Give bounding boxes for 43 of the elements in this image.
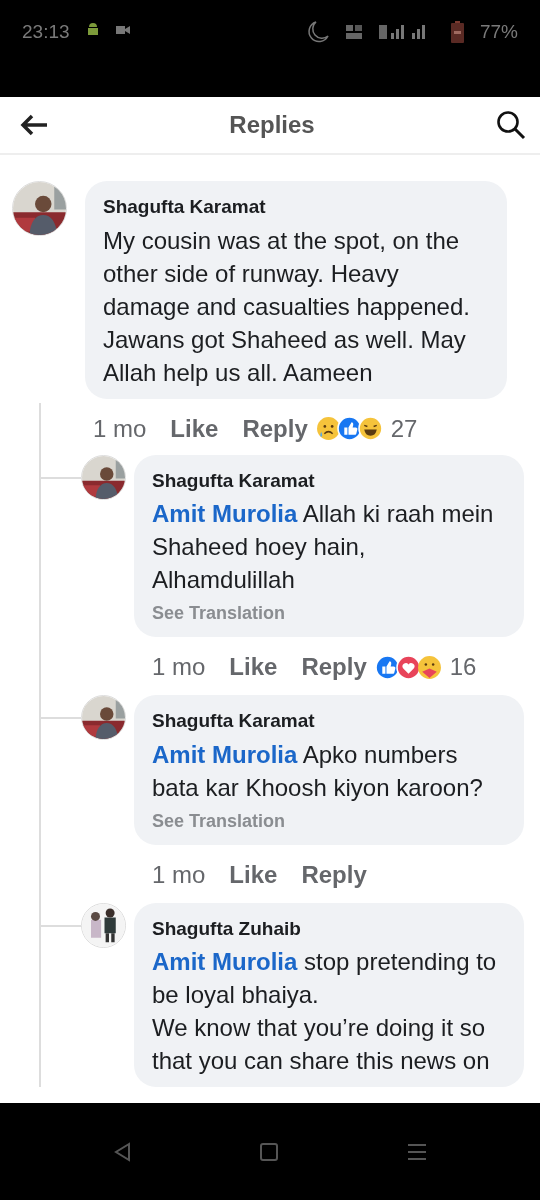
mention-link[interactable]: Amit Murolia	[152, 948, 298, 975]
back-nav-icon[interactable]	[112, 1141, 131, 1162]
battery-icon	[450, 21, 464, 44]
sad-reaction-icon	[315, 416, 341, 441]
reaction-count: 27	[390, 413, 418, 444]
mention-link[interactable]: Amit Murolia	[152, 500, 298, 527]
search-icon[interactable]	[496, 110, 526, 140]
android-icon	[85, 22, 100, 38]
volte-icon	[344, 24, 363, 41]
moon-icon	[306, 20, 329, 45]
clock-text: 23:13	[22, 20, 70, 44]
reply-link[interactable]: Reply	[301, 856, 367, 893]
reaction-count: 16	[449, 652, 477, 682]
like-link[interactable]: Like	[229, 856, 278, 893]
love-reaction-icon	[395, 654, 421, 680]
mention-link[interactable]: Amit Murolia	[152, 740, 298, 768]
author-name[interactable]: Shagufta Zuhaib	[152, 914, 498, 943]
author-name[interactable]: Shagufta Karamat	[103, 193, 481, 222]
comment-time: 1 mo	[152, 859, 206, 890]
see-translation-link[interactable]: See Translation	[152, 807, 498, 835]
comment-text: Amit Murolia Apko numbers bata kar Khoosh kiyon karoon?	[152, 739, 484, 803]
like-link[interactable]: Like	[170, 410, 219, 447]
comment-time: 1 mo	[93, 413, 147, 444]
author-name[interactable]: Shagufta Karamat	[152, 466, 498, 495]
care-reaction-icon	[416, 654, 442, 680]
see-translation-link[interactable]: See Translation	[152, 600, 498, 627]
author-name[interactable]: Shagufta Karamat	[152, 707, 498, 736]
comment-text: Amit Murolia stop pretending to be loyal bhaiya. We know that you’re doing it so that you can share this news on	[152, 947, 498, 1076]
reply-link[interactable]: Reply	[242, 410, 308, 447]
comment-time: 1 mo	[152, 652, 206, 682]
comment-text: My cousin was at the spot, on the other side of runway. Heavy damage and casualties happened. Jawans got Shaheed as well. May Allah help us all. Aameen	[103, 225, 471, 388]
page-title: Replies	[229, 110, 315, 140]
reply-link[interactable]: Reply	[301, 649, 367, 685]
battery-text: 77%	[479, 20, 518, 44]
home-nav-icon[interactable]	[260, 1142, 278, 1161]
video-camera-icon	[115, 25, 130, 35]
haha-reaction-icon	[357, 416, 383, 441]
like-link[interactable]: Like	[229, 649, 278, 685]
back-arrow-icon[interactable]	[20, 114, 48, 136]
like-reaction-icon	[336, 416, 362, 441]
menu-icon[interactable]	[407, 1142, 428, 1161]
like-reaction-icon	[374, 654, 400, 680]
comment-text: Amit Murolia Allah ki raah mein Shaheed hoey hain, Alhamdulillah	[152, 499, 495, 595]
